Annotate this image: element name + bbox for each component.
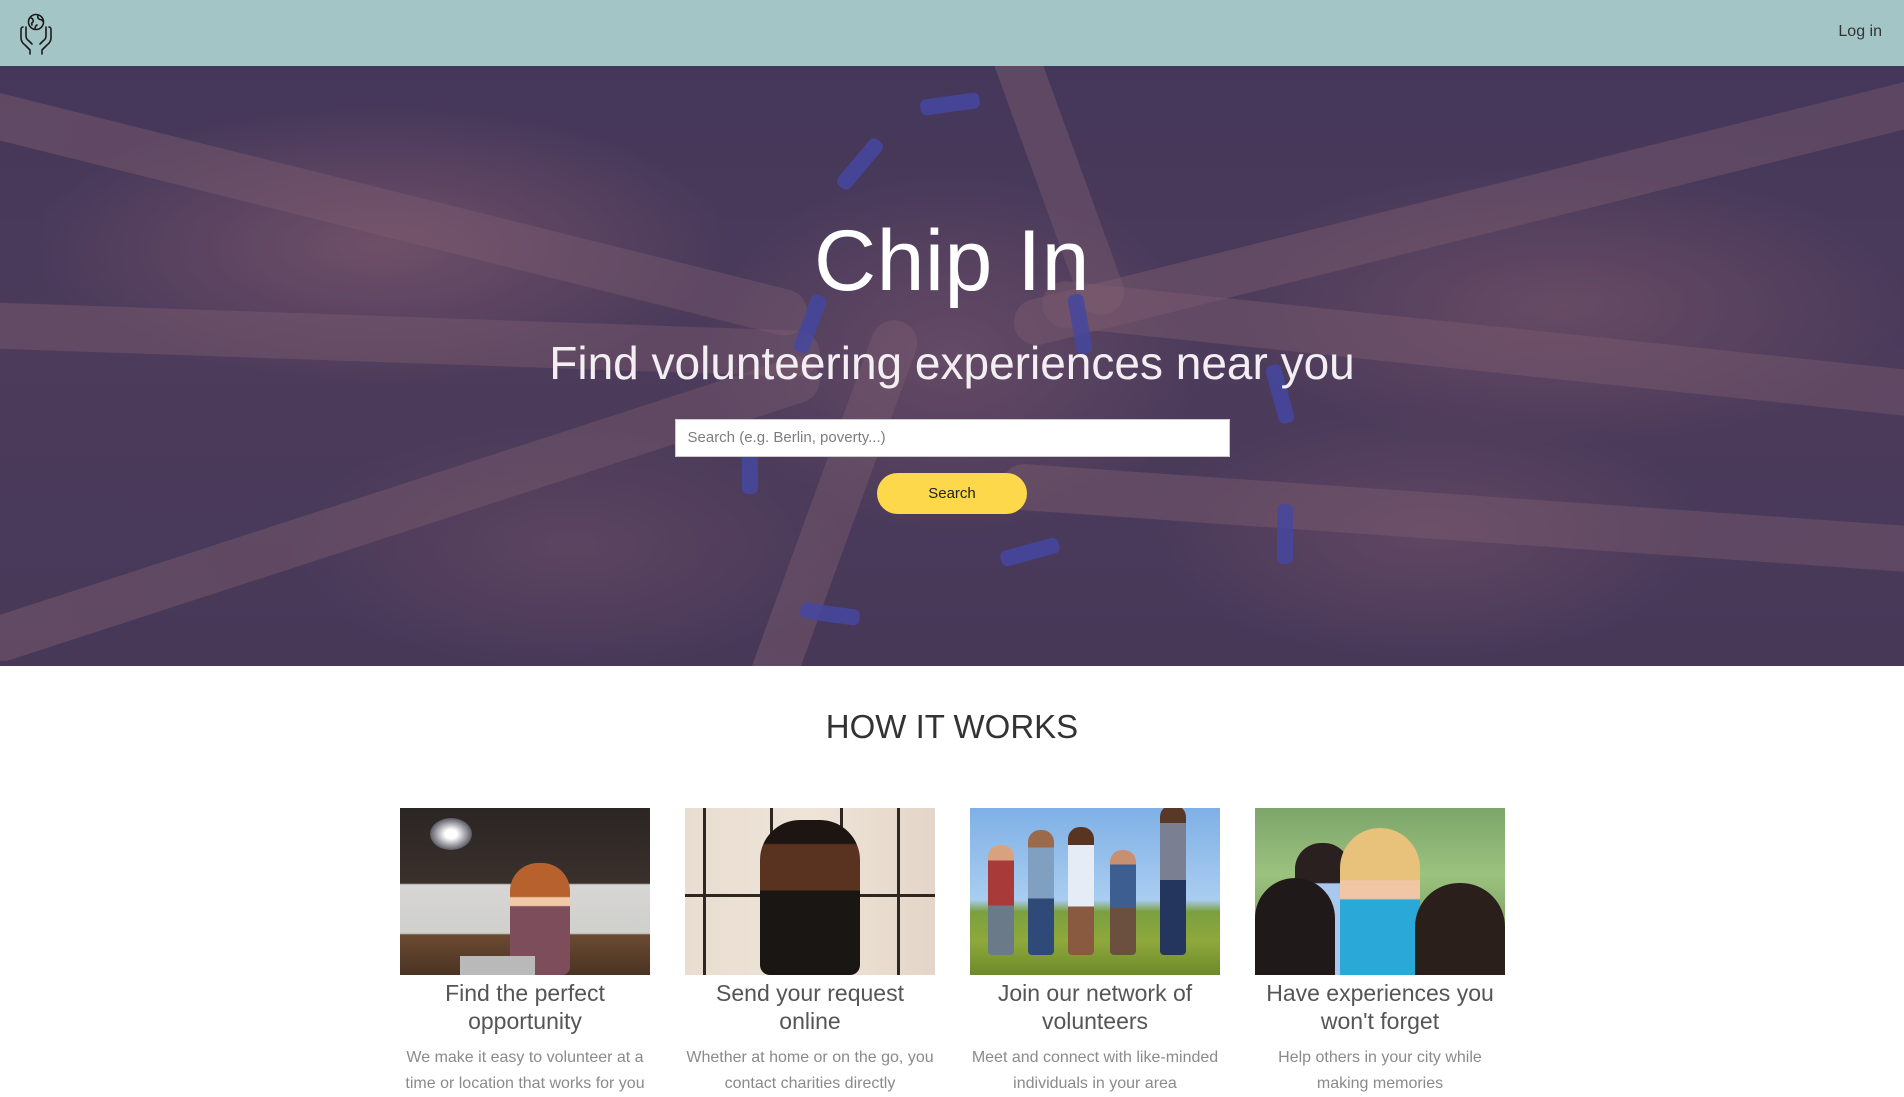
how-it-works-card: Send your request online Whether at home… bbox=[685, 808, 935, 1097]
card-text: Help others in your city while making me… bbox=[1278, 1049, 1482, 1092]
woman-with-laptop-in-cafe-image bbox=[400, 808, 650, 975]
card-title: Find the perfect opportunity bbox=[445, 980, 605, 1034]
man-smiling-with-phone-image bbox=[685, 808, 935, 975]
how-it-works-card: Have experiences you won't forget Help o… bbox=[1255, 808, 1505, 1097]
home-logo-link[interactable] bbox=[16, 11, 56, 55]
hero-content: Chip In Find volunteering experiences ne… bbox=[0, 66, 1904, 666]
search-button[interactable]: Search bbox=[877, 472, 1027, 514]
volunteer-with-children-image bbox=[1255, 808, 1505, 975]
card-title: Have experiences you won't forget bbox=[1266, 980, 1494, 1034]
hands-holding-globe-icon bbox=[20, 13, 52, 55]
how-it-works-card: Join our network of volunteers Meet and … bbox=[970, 808, 1220, 1097]
hero-title: Chip In bbox=[814, 213, 1090, 309]
navbar: Log in bbox=[0, 0, 1904, 66]
card-title: Join our network of volunteers bbox=[997, 980, 1193, 1034]
card-text: Whether at home or on the go, you contac… bbox=[686, 1049, 934, 1092]
hero-section: Chip In Find volunteering experiences ne… bbox=[0, 66, 1904, 666]
how-it-works-cards: Find the perfect opportunity We make it … bbox=[400, 808, 1505, 1097]
group-running-in-field-image bbox=[970, 808, 1220, 975]
search-input[interactable] bbox=[674, 418, 1230, 457]
card-text: We make it easy to volunteer at a time o… bbox=[405, 1049, 645, 1092]
login-link[interactable]: Log in bbox=[1838, 23, 1882, 41]
card-title: Send your request online bbox=[716, 980, 904, 1034]
card-text: Meet and connect with like-minded indivi… bbox=[971, 1049, 1219, 1092]
how-it-works-heading: HOW IT WORKS bbox=[825, 708, 1079, 745]
hero-subtitle: Find volunteering experiences near you bbox=[549, 337, 1355, 389]
how-it-works-card: Find the perfect opportunity We make it … bbox=[400, 808, 650, 1097]
